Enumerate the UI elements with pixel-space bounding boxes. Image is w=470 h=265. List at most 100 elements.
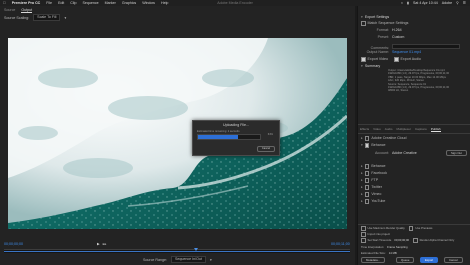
step-forward-icon[interactable]: ▸▸ <box>103 242 107 246</box>
menu-help[interactable]: Help <box>161 1 168 5</box>
clock[interactable]: Sat 4 Apr 10:44 <box>413 1 438 5</box>
checkbox[interactable] <box>364 192 370 197</box>
dialog-percent: 64% <box>267 133 273 136</box>
menu-marker[interactable]: Marker <box>105 1 116 5</box>
source-scaling-row: Source Scaling: Scale To Fill ▾ <box>4 14 66 21</box>
import-project-row[interactable]: Import into project <box>361 232 390 237</box>
export-av-row: Export Video Export Audio <box>361 57 421 62</box>
time-interpolation-row: Time Interpolation: Frame Sampling <box>361 245 408 249</box>
summary-header[interactable]: ▾ Summary <box>361 64 380 68</box>
battery-icon[interactable]: ▮ <box>407 1 409 5</box>
format-select[interactable]: H.264 <box>392 28 402 32</box>
menu-file[interactable]: File <box>46 1 52 5</box>
publish-target-ftp[interactable]: ▸ FTP <box>361 178 378 183</box>
tab-output[interactable]: Output <box>21 8 33 13</box>
preset-row: Preset: Custom <box>377 35 405 39</box>
wifi-icon[interactable]: ≈ <box>401 1 403 5</box>
disclosure-icon: ▾ <box>361 64 363 68</box>
creative-cloud-row[interactable]: ▸ Adobe Creative Cloud <box>361 136 406 141</box>
menu-sequence[interactable]: Sequence <box>82 1 98 5</box>
apple-icon[interactable]:  <box>3 1 6 5</box>
output-name-row: Output Name: Sequence 01.mp4 <box>366 50 422 54</box>
export-tabs: Effects Video Audio Multiplexer Captions… <box>360 127 441 132</box>
checkbox[interactable] <box>364 164 370 169</box>
start-timecode-checkbox[interactable] <box>361 238 366 243</box>
output-name-link[interactable]: Sequence 01.mp4 <box>392 50 421 54</box>
sign-out-button[interactable]: Sign Out <box>446 150 467 156</box>
behance-row[interactable]: ▾ Behance <box>361 143 386 148</box>
export-video-checkbox[interactable] <box>361 57 366 62</box>
preview-tabs: Source Output <box>4 8 33 13</box>
user-name[interactable]: Adobe <box>442 1 452 5</box>
account-value: Adobe Creative <box>392 151 417 155</box>
playhead[interactable] <box>194 248 199 251</box>
checkbox[interactable] <box>364 199 370 204</box>
tab-audio[interactable]: Audio <box>385 127 393 132</box>
render-alpha-checkbox[interactable] <box>413 238 418 243</box>
progress-fill <box>198 135 238 139</box>
menu-graphics[interactable]: Graphics <box>122 1 136 5</box>
checkbox[interactable] <box>364 185 370 190</box>
preset-select[interactable]: Custom <box>392 35 404 39</box>
tab-captions[interactable]: Captions <box>415 127 427 132</box>
behance-checkbox[interactable] <box>364 143 370 148</box>
chevron-down-icon[interactable]: ▾ <box>210 258 212 262</box>
checkbox[interactable] <box>364 178 370 183</box>
tab-source[interactable]: Source <box>4 8 15 13</box>
menu-list-icon[interactable]: ☰ <box>463 1 466 5</box>
export-button[interactable]: Export <box>420 257 439 263</box>
time-interpolation-select[interactable]: Frame Sampling <box>387 245 408 249</box>
format-row: Format: H.264 <box>376 28 402 32</box>
ocean-wave-image <box>8 38 347 229</box>
creative-cloud-checkbox[interactable] <box>364 136 370 141</box>
timeline-scrubber[interactable] <box>4 248 350 253</box>
checkbox[interactable] <box>364 171 370 176</box>
dialog-title: Uploading File... <box>223 123 249 127</box>
publish-target-behance[interactable]: ▸ Behance <box>361 164 386 169</box>
publish-target-twitter[interactable]: ▸ Twitter <box>361 185 382 190</box>
match-sequence-row[interactable]: Match Sequence Settings <box>361 21 408 26</box>
menu-clip[interactable]: Clip <box>70 1 76 5</box>
publish-target-facebook[interactable]: ▸ Facebook <box>361 171 387 176</box>
max-render-checkbox[interactable] <box>361 226 366 231</box>
timecode-end[interactable]: 00;00;11;00 <box>331 242 350 246</box>
metadata-button[interactable]: Metadata... <box>361 257 385 263</box>
source-scaling-select[interactable]: Scale To Fill <box>33 14 61 21</box>
play-icon[interactable]: ▶ <box>97 242 100 246</box>
use-previews-checkbox[interactable] <box>408 226 414 231</box>
tab-multiplexer[interactable]: Multiplexer <box>396 127 411 132</box>
menu-window[interactable]: Window <box>142 1 155 5</box>
cancel-button[interactable]: Cancel <box>444 257 463 263</box>
app-name[interactable]: Premiere Pro CC <box>12 1 41 5</box>
export-audio-checkbox[interactable] <box>394 57 399 62</box>
tab-effects[interactable]: Effects <box>360 127 369 132</box>
source-range-select[interactable]: Sequence In/Out <box>170 256 206 263</box>
search-icon[interactable]: ⚲ <box>456 1 459 5</box>
source-scaling-label: Source Scaling: <box>4 15 30 20</box>
start-timecode-row: Set Start Timecode 00;00;00;00 Render Alph… <box>361 238 454 243</box>
summary-text: Output: /Users/adobe/Desktop/Sequence 01… <box>388 69 450 93</box>
export-settings-header[interactable]: ▾ Export Settings <box>361 15 389 19</box>
account-row: Account: Adobe Creative <box>375 151 417 155</box>
checkbox[interactable] <box>361 21 366 26</box>
menu-edit[interactable]: Edit <box>58 1 64 5</box>
upload-progress-bar <box>197 134 261 140</box>
file-size-row: Estimated File Size: 14 MB <box>361 251 397 255</box>
video-preview[interactable] <box>8 38 347 229</box>
transport-controls: ▶ ▸▸ <box>97 242 106 246</box>
queue-button[interactable]: Queue <box>396 257 415 263</box>
source-range-row: Source Range: Sequence In/Out ▾ <box>143 256 212 263</box>
tab-publish[interactable]: Publish <box>430 127 441 132</box>
publish-target-vimeo[interactable]: ▸ Vimeo <box>361 192 381 197</box>
tab-video[interactable]: Video <box>373 127 381 132</box>
import-project-checkbox[interactable] <box>361 232 366 237</box>
chevron-down-icon[interactable]: ▾ <box>64 16 66 20</box>
render-options-row: Use Maximum Render Quality Use Previews <box>361 226 432 231</box>
dialog-cancel-button[interactable]: Cancel <box>256 146 275 152</box>
disclosure-icon: ▾ <box>361 15 363 19</box>
dialog-status: Estimated time remaining: 2 seconds <box>197 130 240 133</box>
comments-input[interactable] <box>392 44 460 49</box>
publish-target-youtube[interactable]: ▸ YouTube <box>361 199 385 204</box>
timecode-start[interactable]: 00;00;00;00 <box>4 242 23 246</box>
upload-progress-dialog: Uploading File... Estimated time remaini… <box>192 120 280 156</box>
